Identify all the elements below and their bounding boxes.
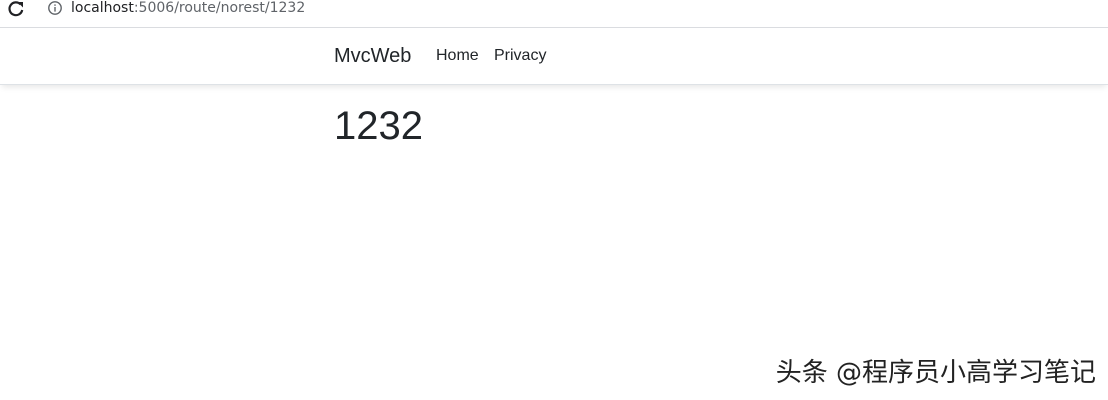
nav-privacy-link[interactable]: Privacy [494, 46, 546, 66]
navbar-brand-link[interactable]: MvcWeb [334, 44, 411, 68]
url-host: localhost [71, 0, 134, 16]
page-heading: 1232 [334, 104, 423, 148]
site-navbar: MvcWeb Home Privacy [0, 28, 1108, 85]
nav-home-link[interactable]: Home [436, 46, 479, 66]
url-path: :5006/route/norest/1232 [133, 0, 306, 16]
reload-icon[interactable] [7, 0, 25, 18]
watermark-text: 头条 @程序员小高学习笔记 [775, 358, 1096, 388]
url-field[interactable]: localhost:5006/route/norest/1232 [71, 0, 305, 18]
info-icon[interactable] [47, 0, 63, 16]
browser-address-bar: localhost:5006/route/norest/1232 [0, 0, 1108, 28]
